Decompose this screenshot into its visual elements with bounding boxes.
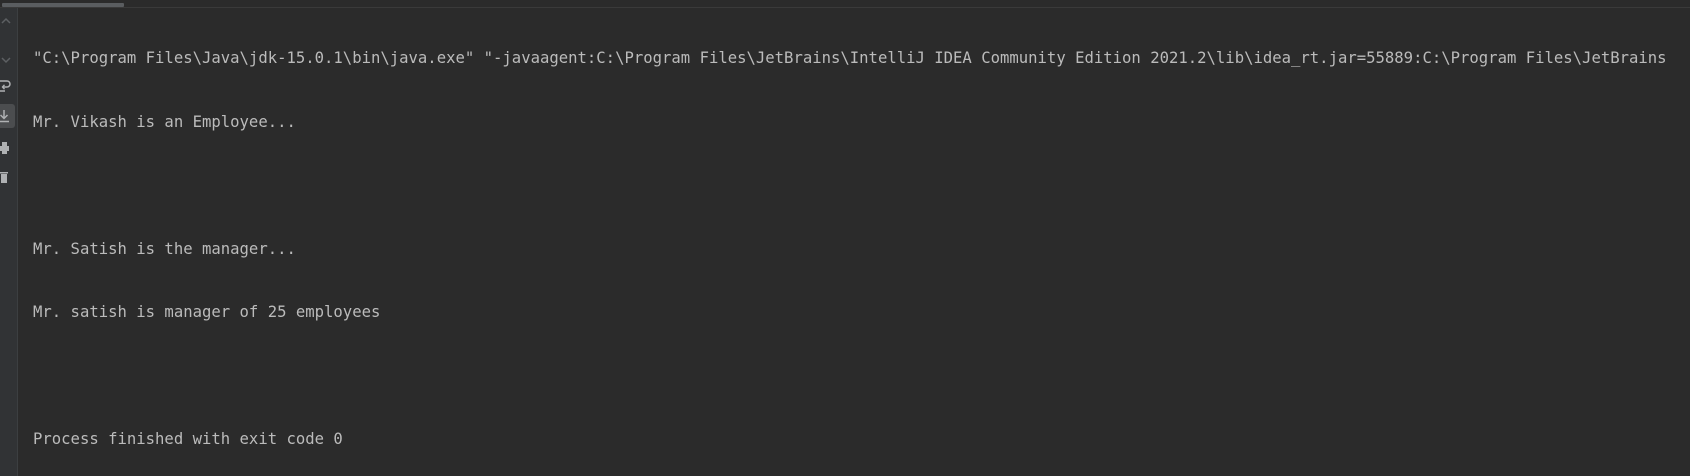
console-command-line: "C:\Program Files\Java\jdk-15.0.1\bin\ja… <box>33 49 1667 67</box>
console-toolbar <box>0 8 18 476</box>
console-output-line: Mr. Satish is the manager... <box>33 239 296 258</box>
scroll-to-end-icon[interactable] <box>0 104 15 128</box>
soft-wrap-icon[interactable] <box>0 74 17 98</box>
process-exit-message: Process finished with exit code 0 <box>33 430 343 448</box>
console-output-line: Mr. satish is manager of 25 employees <box>33 303 381 321</box>
print-icon[interactable] <box>0 136 17 160</box>
horizontal-scrollbar[interactable] <box>0 0 1690 8</box>
run-console-window: "C:\Program Files\Java\jdk-15.0.1\bin\ja… <box>0 0 1690 476</box>
console-output: "C:\Program Files\Java\jdk-15.0.1\bin\ja… <box>33 13 1690 476</box>
clear-all-icon[interactable] <box>0 165 17 189</box>
down-arrow-icon[interactable] <box>0 48 17 72</box>
up-arrow-icon[interactable] <box>0 10 17 34</box>
scrollbar-thumb[interactable] <box>2 3 124 7</box>
console-output-line: Mr. Vikash is an Employee... <box>33 112 296 131</box>
